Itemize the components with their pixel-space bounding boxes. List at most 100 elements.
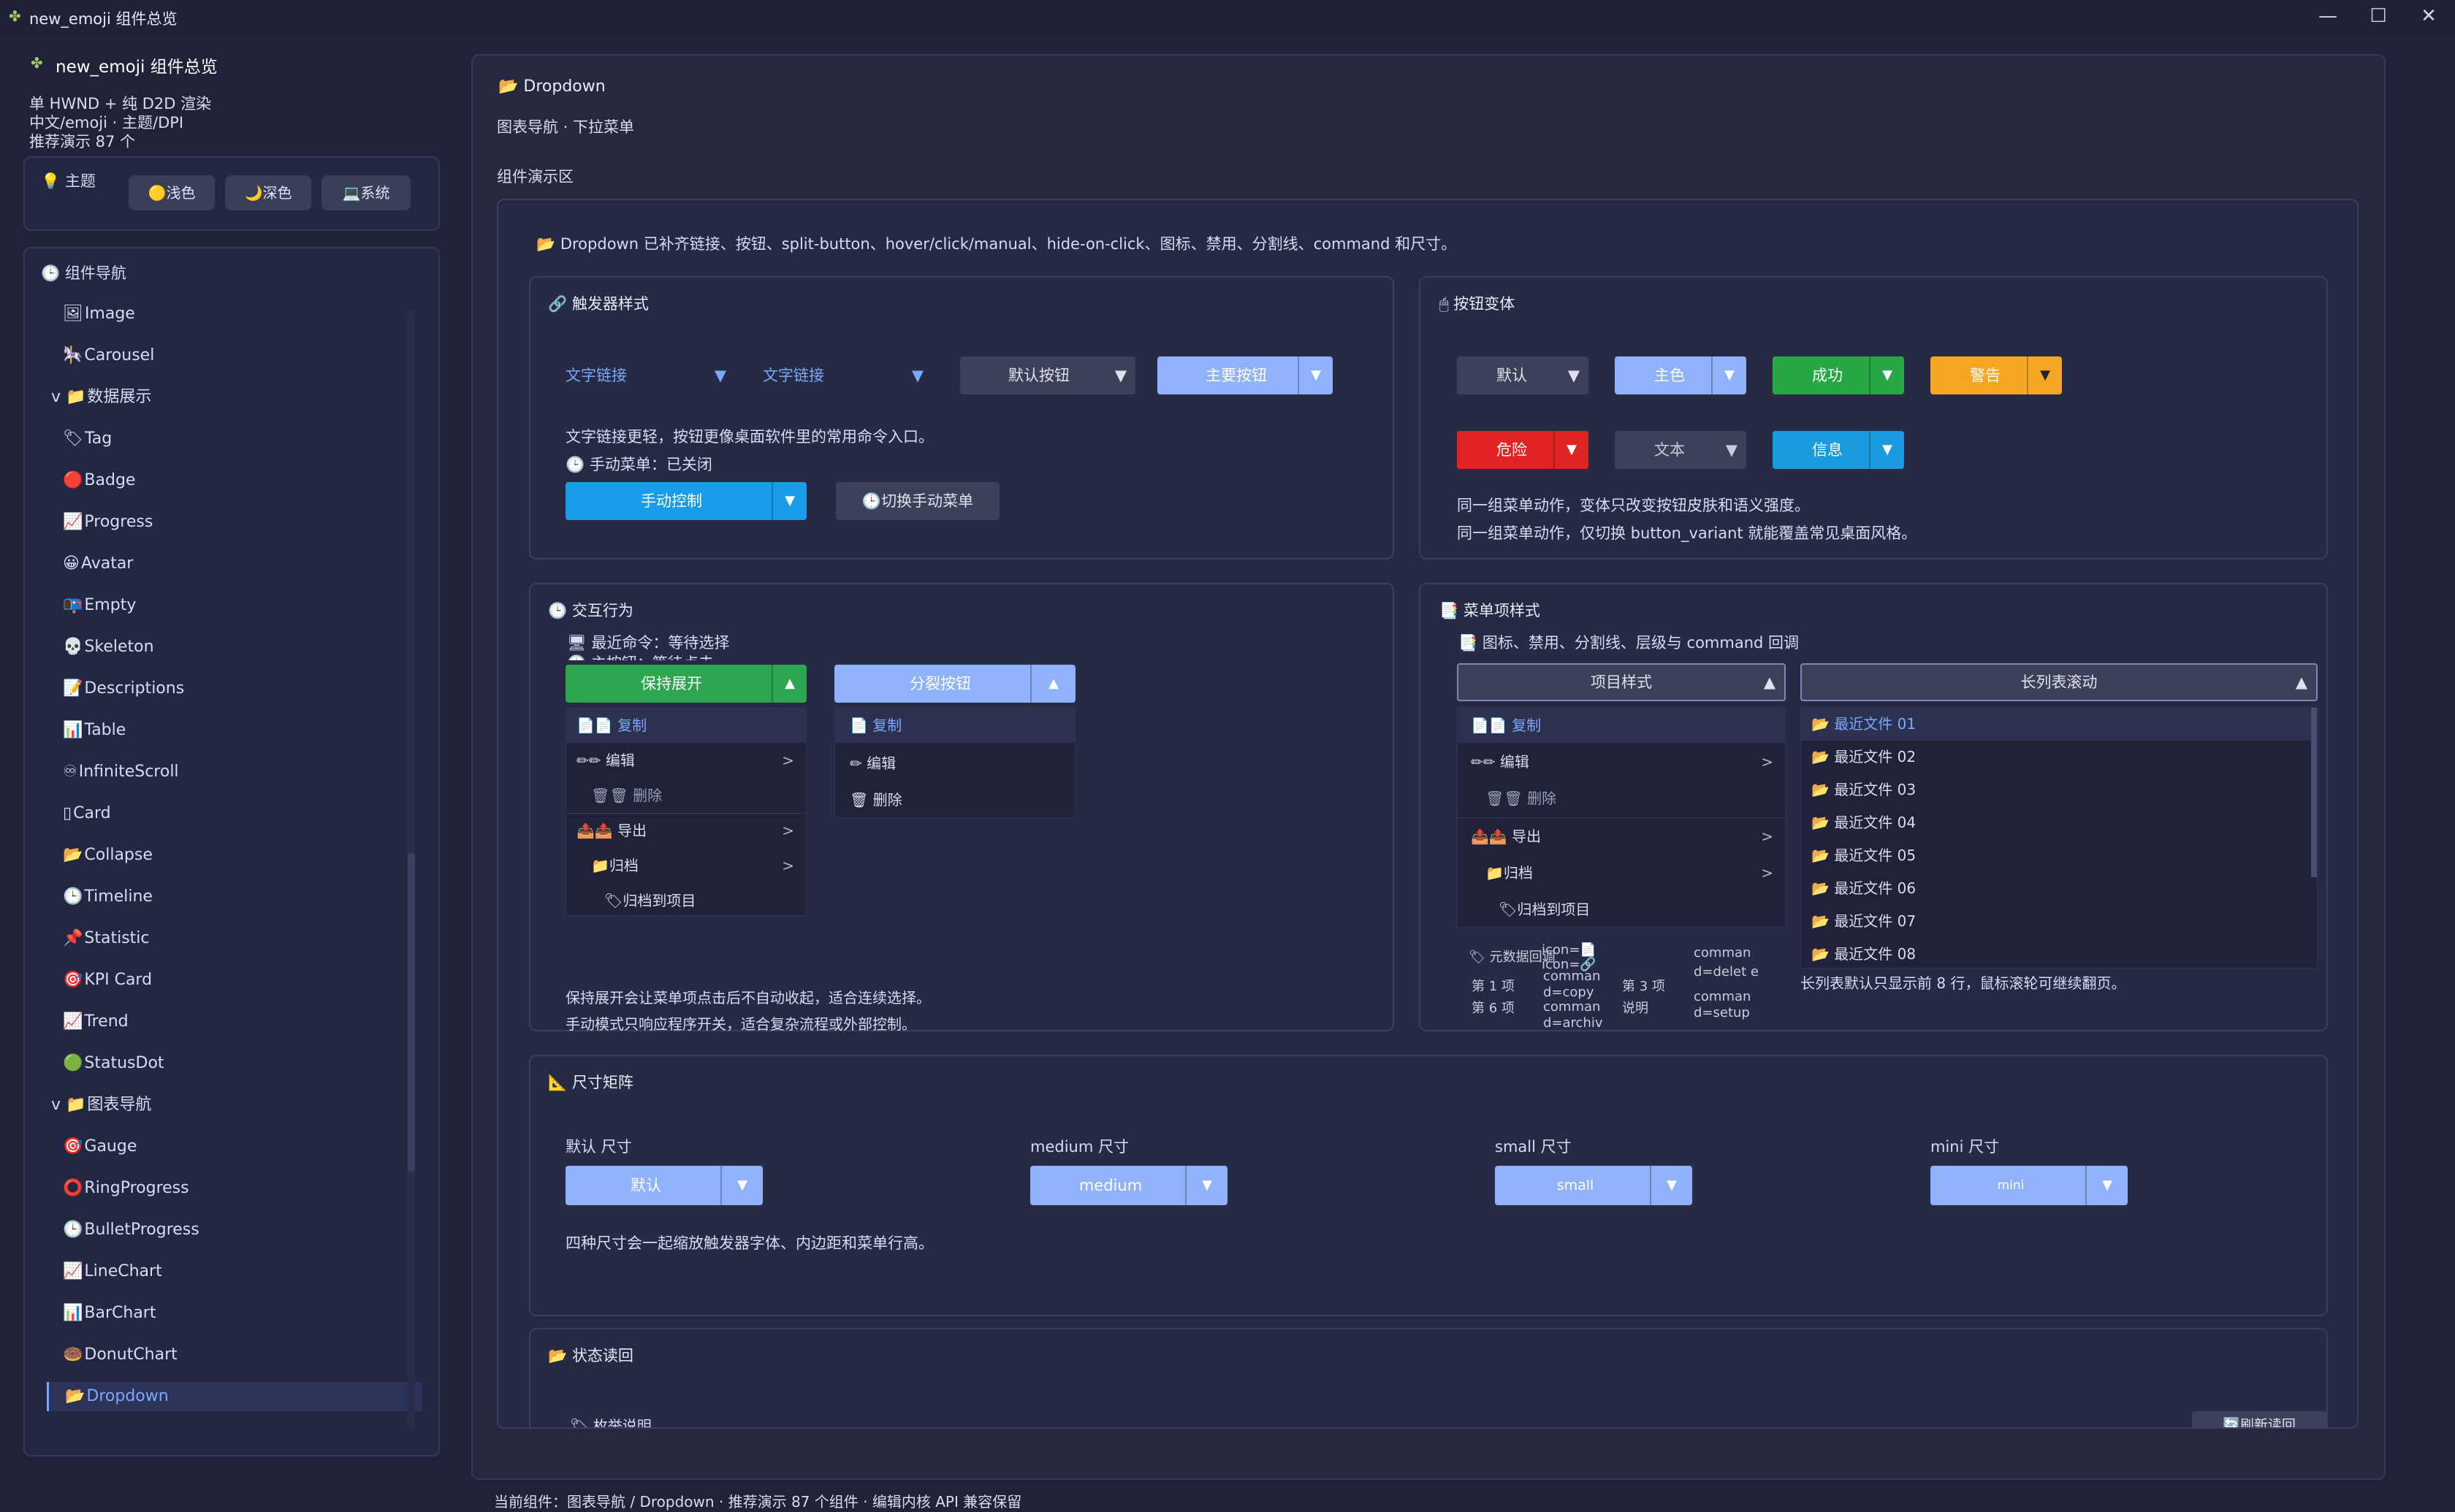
nav-item-label: Tag bbox=[84, 429, 113, 448]
sidebar-item-barchart[interactable]: 📊BarChart bbox=[63, 1299, 156, 1328]
menu-item-archive[interactable]: 📁归档 > bbox=[1458, 855, 1785, 890]
primary-button-dropdown[interactable]: 主要按钮 ▼ bbox=[1157, 356, 1333, 394]
recent-file-item[interactable]: 📂 最近文件 08 bbox=[1801, 938, 2311, 968]
nav-item-icon: 🕒 bbox=[63, 887, 83, 906]
variant-danger-dropdown[interactable]: 危险 ▼ bbox=[1457, 431, 1588, 469]
menu-item-copy[interactable]: 📄📄 复制 bbox=[1458, 708, 1785, 743]
nav-item-icon: 📈 bbox=[63, 1262, 83, 1280]
sidebar-item-donutchart[interactable]: 🍩DonutChart bbox=[63, 1340, 178, 1370]
split-button-menu: 📄 复制 ✏ 编辑 🗑 删除 bbox=[834, 707, 1076, 818]
chevron-right-icon: > bbox=[1761, 753, 1773, 771]
caret-down-icon: ▼ bbox=[1553, 431, 1588, 469]
enum-desc-partial: 🏷 枚举说明 bbox=[570, 1414, 716, 1427]
variant-success-dropdown[interactable]: 成功 ▼ bbox=[1773, 356, 1904, 394]
menu-item-copy[interactable]: 📄📄 复制 bbox=[566, 708, 806, 743]
keep-open-menu: 📄📄 复制 ✏✏ 编辑 > 🗑🗑 删除 📤📤 导出 > 📁归档 > 🏷归档到项目 bbox=[566, 707, 807, 916]
recent-file-item[interactable]: 📂 最近文件 02 bbox=[1801, 741, 2311, 774]
text-link-dropdown[interactable]: 文字链接 ▼ bbox=[763, 356, 935, 394]
sidebar-item-infinitescroll[interactable]: ♾InfiniteScroll bbox=[63, 757, 179, 787]
size-mini-dropdown[interactable]: mini ▼ bbox=[1930, 1166, 2128, 1205]
recent-file-label: 最近文件 05 bbox=[1834, 847, 1917, 864]
recent-file-item[interactable]: 📂 最近文件 06 bbox=[1801, 872, 2311, 905]
sidebar-item-image[interactable]: 🖼Image bbox=[63, 299, 135, 329]
nav-item-label: Image bbox=[84, 305, 135, 323]
variant-info-dropdown[interactable]: 信息 ▼ bbox=[1773, 431, 1904, 469]
minimize-button[interactable]: — bbox=[2306, 3, 2350, 29]
variant-primary-dropdown[interactable]: 主色 ▼ bbox=[1615, 356, 1746, 394]
recent-file-item[interactable]: 📂 最近文件 01 bbox=[1801, 708, 2311, 741]
sidebar-item-statistic[interactable]: 📌Statistic bbox=[63, 924, 150, 953]
nav-list[interactable]: 🖼Image 🎠Carousel v 📁数据展示 🏷Tag 🔴Badge 📈Progres… bbox=[42, 299, 422, 1432]
sidebar-item-gauge[interactable]: 🎯Gauge bbox=[63, 1132, 137, 1161]
nav-scroll-thumb[interactable] bbox=[408, 853, 415, 1172]
default-button-dropdown[interactable]: 默认按钮 ▼ bbox=[960, 356, 1135, 394]
toggle-manual-menu-button[interactable]: 🕒切换手动菜单 bbox=[836, 482, 1000, 520]
size-small-dropdown[interactable]: small ▼ bbox=[1495, 1166, 1692, 1205]
menu-item-copy[interactable]: 📄 复制 bbox=[835, 708, 1075, 743]
menu-item-export[interactable]: 📤📤 导出 > bbox=[566, 813, 806, 848]
caret-down-icon: ▼ bbox=[772, 482, 807, 520]
variant-warning-dropdown[interactable]: 警告 ▼ bbox=[1930, 356, 2062, 394]
caret-down-icon: ▼ bbox=[2027, 356, 2062, 394]
sidebar-item-ringprogress[interactable]: ⭕RingProgress bbox=[63, 1174, 189, 1203]
recent-file-item[interactable]: 📂 最近文件 03 bbox=[1801, 774, 2311, 806]
menu-item-delete[interactable]: 🗑 删除 bbox=[835, 782, 1075, 817]
sidebar-item-empty[interactable]: 📭Empty bbox=[63, 591, 136, 620]
nav-item-label: Gauge bbox=[84, 1137, 137, 1156]
long-list-scroll-thumb[interactable] bbox=[2311, 708, 2317, 877]
sidebar-item-图表导航[interactable]: v 📁图表导航 bbox=[51, 1091, 151, 1120]
sidebar-item-card[interactable]: ▯Card bbox=[63, 799, 111, 828]
folder-icon: 📂 bbox=[1811, 715, 1835, 733]
sidebar-item-dropdown[interactable]: 📂Dropdown bbox=[47, 1382, 422, 1411]
sidebar-item-bulletprogress[interactable]: 🕒BulletProgress bbox=[63, 1215, 199, 1245]
maximize-button[interactable]: ☐ bbox=[2356, 3, 2400, 29]
variant-default-dropdown[interactable]: 默认 ▼ bbox=[1457, 356, 1588, 394]
keep-open-dropdown[interactable]: 保持展开 ▲ bbox=[566, 665, 807, 703]
item-card-title: 📑 菜单项样式 bbox=[1439, 602, 1540, 619]
long-list-dropdown[interactable]: 长列表滚动 ▲ bbox=[1800, 663, 2318, 701]
sidebar-item-trend[interactable]: 📈Trend bbox=[63, 1007, 129, 1036]
menu-item-archive[interactable]: 📁归档 > bbox=[566, 848, 806, 883]
manual-control-button[interactable]: 手动控制 ▼ bbox=[566, 482, 807, 520]
theme-light-button[interactable]: 🟡浅色 bbox=[129, 175, 215, 210]
sidebar-item-kpi-card[interactable]: 🎯KPI Card bbox=[63, 966, 152, 995]
sidebar-item-skeleton[interactable]: 💀Skeleton bbox=[63, 633, 154, 662]
text-link-dropdown[interactable]: 文字链接 ▼ bbox=[566, 356, 738, 394]
size-medium-dropdown[interactable]: medium ▼ bbox=[1030, 1166, 1228, 1205]
recent-file-item[interactable]: 📂 最近文件 04 bbox=[1801, 806, 2311, 839]
recent-file-item[interactable]: 📂 最近文件 05 bbox=[1801, 839, 2311, 872]
sidebar-item-table[interactable]: 📊Table bbox=[63, 716, 126, 745]
sidebar-item-carousel[interactable]: 🎠Carousel bbox=[63, 341, 154, 370]
sidebar-item-数据展示[interactable]: v 📁数据展示 bbox=[51, 383, 151, 412]
status-bar: 当前组件：图表导航 / Dropdown · 推荐演示 87 个组件 · 编辑内… bbox=[494, 1493, 1022, 1511]
sidebar-meta-line: 推荐演示 87 个 bbox=[29, 133, 136, 150]
variant-text-dropdown[interactable]: 文本 ▼ bbox=[1615, 431, 1746, 469]
menu-item-archive-to-project[interactable]: 🏷归档到项目 bbox=[1458, 892, 1785, 927]
size-card-title: 📐 尺寸矩阵 bbox=[548, 1074, 633, 1091]
sidebar-item-descriptions[interactable]: 📝Descriptions bbox=[63, 674, 184, 703]
item-style-dropdown[interactable]: 项目样式 ▲ bbox=[1457, 663, 1786, 701]
sidebar-item-avatar[interactable]: 😀Avatar bbox=[63, 549, 133, 579]
theme-dark-button[interactable]: 🌙深色 bbox=[225, 175, 311, 210]
menu-item-archive-to-project[interactable]: 🏷归档到项目 bbox=[566, 883, 806, 918]
menu-item-edit[interactable]: ✏✏ 编辑 > bbox=[1458, 744, 1785, 779]
refresh-readback-button[interactable]: 🔄刷新读回 bbox=[2192, 1411, 2326, 1427]
nav-item-icon: 🍩 bbox=[63, 1345, 83, 1364]
menu-item-export[interactable]: 📤📤 导出 > bbox=[1458, 819, 1785, 854]
sidebar-item-timeline[interactable]: 🕒Timeline bbox=[63, 882, 153, 912]
metadata-callback-area: 🏷 元数据回调 icon=📄 icon=🔗 comman d=delet e c… bbox=[1461, 942, 1775, 1031]
menu-item-edit[interactable]: ✏✏ 编辑 > bbox=[566, 743, 806, 778]
sidebar-item-linechart[interactable]: 📈LineChart bbox=[63, 1257, 162, 1286]
theme-system-button[interactable]: 💻系统 bbox=[321, 175, 411, 210]
sidebar-item-tag[interactable]: 🏷Tag bbox=[63, 424, 112, 454]
recent-file-item[interactable]: 📂 最近文件 07 bbox=[1801, 905, 2311, 938]
sidebar-item-badge[interactable]: 🔴Badge bbox=[63, 466, 135, 495]
size-default-dropdown[interactable]: 默认 ▼ bbox=[566, 1166, 763, 1205]
sidebar-item-statusdot[interactable]: 🟢StatusDot bbox=[63, 1049, 164, 1078]
close-button[interactable]: ✕ bbox=[2407, 3, 2451, 29]
sidebar-item-collapse[interactable]: 📂Collapse bbox=[63, 841, 153, 870]
sidebar-item-progress[interactable]: 📈Progress bbox=[63, 508, 153, 537]
split-button-dropdown[interactable]: 分裂按钮 ▲ bbox=[834, 665, 1076, 703]
metadata-text: icon=📄 bbox=[1542, 942, 1596, 958]
menu-item-edit[interactable]: ✏ 编辑 bbox=[835, 746, 1075, 781]
